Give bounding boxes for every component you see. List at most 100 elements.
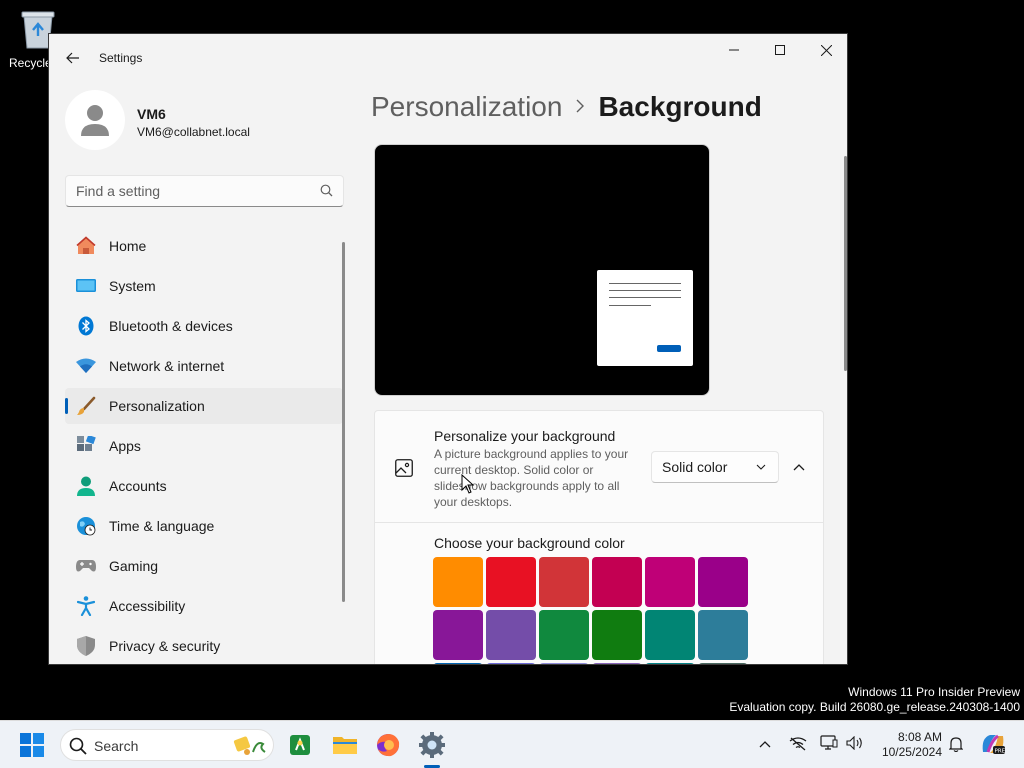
start-button[interactable] [20,733,44,762]
minimize-button[interactable] [711,34,757,66]
copilot-button[interactable]: PRE [980,732,1006,761]
show-hidden-icons-button[interactable] [759,735,771,753]
gear-icon [419,732,445,758]
color-swatch[interactable] [698,610,748,660]
sidebar-item-system[interactable]: System [65,268,343,304]
sidebar-item-label: System [109,278,156,294]
sidebar-item-bluetooth[interactable]: Bluetooth & devices [65,308,343,344]
background-color-section: Choose your background color [375,523,823,664]
sidebar-item-home[interactable]: Home [65,228,343,264]
search-highlight-icon [233,736,266,755]
user-profile[interactable]: VM6 VM6@collabnet.local [65,90,365,158]
color-swatch[interactable] [433,663,483,664]
color-swatch[interactable] [486,663,536,664]
image-icon [395,459,413,477]
color-swatch[interactable] [539,557,589,607]
sidebar-item-label: Time & language [109,518,215,534]
desktop-preview [374,144,710,396]
notifications-button[interactable] [948,736,964,757]
clock-date: 10/25/2024 [881,745,942,759]
taskbar-app-settings[interactable] [416,729,448,761]
color-swatch[interactable] [433,557,483,607]
sidebar-scrollbar[interactable] [342,242,345,602]
sidebar-item-label: Gaming [109,558,159,574]
tray-network-status[interactable] [789,737,807,756]
color-swatch[interactable] [592,610,642,660]
sidebar-item-privacy-security[interactable]: Privacy & security [65,628,343,664]
color-swatch[interactable] [698,663,748,664]
color-swatch[interactable] [645,663,695,664]
content-scrollbar[interactable] [844,156,847,371]
shield-icon [75,635,97,657]
maximize-button[interactable] [757,34,803,66]
sidebar-item-personalization[interactable]: Personalization [65,388,343,424]
taskbar-app-maps[interactable] [284,729,316,761]
breadcrumb: Personalization Background [371,91,762,123]
back-button[interactable] [63,48,83,68]
collapse-section-button[interactable] [789,457,809,477]
app-title: Settings [99,51,143,65]
user-email: VM6@collabnet.local [137,125,250,139]
color-swatch[interactable] [592,663,642,664]
svg-text:PRE: PRE [995,749,1006,755]
accessibility-icon [75,595,97,617]
page-title: Background [598,91,762,122]
search-icon[interactable] [320,184,333,197]
background-type-dropdown[interactable]: Solid color [651,451,779,483]
settings-search-box [65,175,344,207]
folder-icon [333,737,357,754]
chevron-down-icon [756,464,766,470]
taskbar-search-label: Search [94,738,139,754]
globe-clock-icon [75,515,97,537]
firefox-icon [377,734,400,757]
color-swatch[interactable] [698,557,748,607]
mouse-cursor-icon [461,474,475,494]
color-swatch[interactable] [539,610,589,660]
monitor-icon [820,735,838,750]
close-icon [820,44,832,56]
close-button[interactable] [803,34,847,66]
sidebar-item-time-language[interactable]: Time & language [65,508,343,544]
sidebar-item-apps[interactable]: Apps [65,428,343,464]
watermark-line-1: Windows 11 Pro Insider Preview [848,685,1020,699]
background-settings-card: Personalize your background A picture ba… [374,410,824,664]
copilot-icon: PRE [982,734,1006,755]
minimize-icon [729,49,739,51]
sidebar-item-network[interactable]: Network & internet [65,348,343,384]
taskbar-app-firefox[interactable] [372,729,404,761]
avatar [65,90,125,150]
color-swatch[interactable] [486,610,536,660]
color-swatch[interactable] [645,610,695,660]
windows-logo-icon [20,733,44,757]
home-icon [75,235,97,257]
sidebar-item-label: Network & internet [109,358,225,374]
color-swatch[interactable] [539,663,589,664]
color-swatch[interactable] [592,557,642,607]
sidebar-item-label: Privacy & security [109,638,221,654]
color-swatch[interactable] [486,557,536,607]
taskbar-clock[interactable]: 8:08 AM 10/25/2024 [872,730,942,760]
sidebar-item-accessibility[interactable]: Accessibility [65,588,343,624]
system-icon [75,275,97,297]
color-swatch-grid [433,557,748,664]
sidebar-item-label: Bluetooth & devices [109,318,233,334]
dropdown-value: Solid color [662,459,728,475]
user-avatar-icon [81,105,109,136]
choose-color-label: Choose your background color [434,535,625,551]
sidebar-item-gaming[interactable]: Gaming [65,548,343,584]
wifi-icon [75,355,97,377]
color-swatch[interactable] [433,610,483,660]
bell-icon [948,737,964,753]
tray-display[interactable] [820,735,838,756]
settings-search-input[interactable] [76,182,306,200]
tray-volume[interactable] [846,735,864,755]
no-internet-icon [789,737,807,751]
personalize-background-row: Personalize your background A picture ba… [375,411,823,523]
breadcrumb-parent[interactable]: Personalization [371,91,562,123]
taskbar-app-file-explorer[interactable] [329,729,361,761]
sidebar-item-accounts[interactable]: Accounts [65,468,343,504]
taskbar-search-box[interactable]: Search [60,729,274,761]
color-swatch[interactable] [645,557,695,607]
sidebar-item-label: Accounts [109,478,167,494]
maximize-icon [775,45,785,55]
